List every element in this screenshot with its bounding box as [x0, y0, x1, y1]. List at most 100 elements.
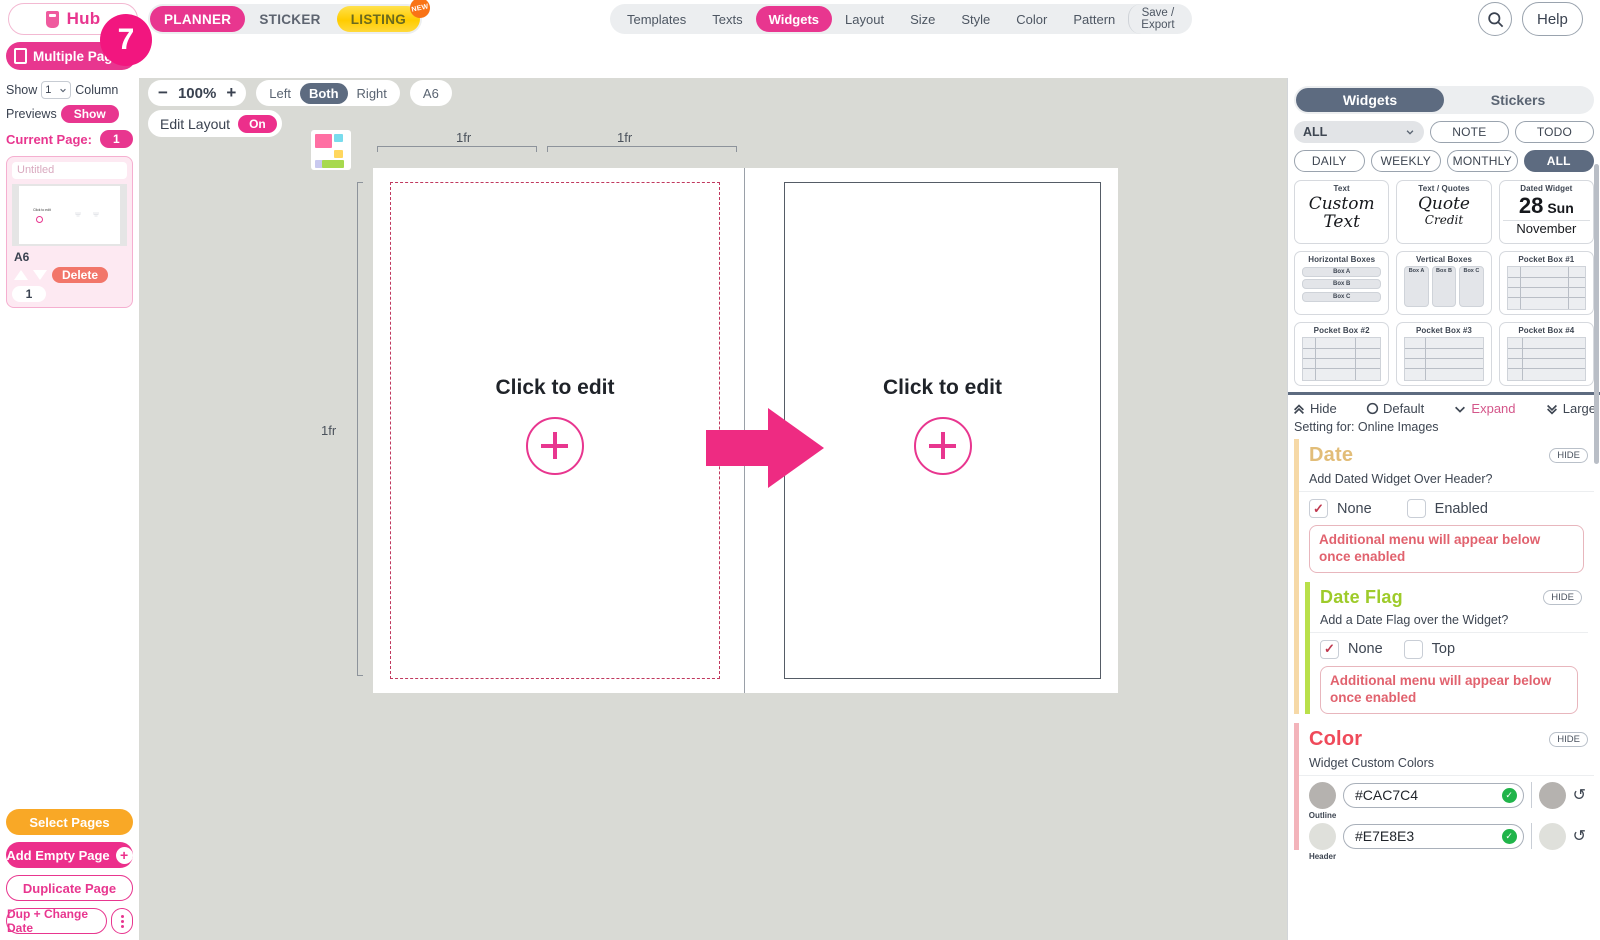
circle-icon: [1366, 402, 1379, 415]
header-hex-input[interactable]: #E7E8E3 ✓: [1343, 824, 1524, 849]
section-date-options: ✓ None ✓ Enabled: [1299, 492, 1594, 525]
outline-hex-input[interactable]: #CAC7C4 ✓: [1343, 783, 1524, 808]
nav-texts[interactable]: Texts: [699, 6, 755, 32]
move-page-up-icon[interactable]: [14, 270, 28, 280]
section-color-hide-button[interactable]: HIDE: [1549, 732, 1588, 747]
dup-change-date-button[interactable]: Dup + Change Date: [6, 908, 107, 934]
page-thumbnail-card[interactable]: Untitled Click to edit A6 Delete 1: [6, 156, 133, 308]
nav-layout[interactable]: Layout: [832, 6, 897, 32]
widget-preview-line2: Text: [1298, 214, 1385, 232]
delete-page-button[interactable]: Delete: [52, 267, 108, 283]
widget-dated[interactable]: Dated Widget 28 Sun November: [1499, 180, 1594, 244]
color-palette-icon[interactable]: [311, 130, 351, 170]
mode-switcher: PLANNER STICKER LISTING NEW: [148, 4, 422, 34]
checkbox-flag-none[interactable]: ✓: [1320, 640, 1339, 659]
page-title-input[interactable]: Untitled: [12, 162, 127, 179]
columns-select[interactable]: 1: [41, 81, 71, 99]
section-date-flag-title: Date Flag: [1320, 587, 1403, 608]
color-row-outline: Outline #CAC7C4 ✓ ↺: [1299, 776, 1594, 809]
right-arrow-overlay-icon: [706, 408, 826, 488]
header-reset-icon[interactable]: ↺: [1573, 826, 1586, 846]
category-select[interactable]: ALL: [1294, 121, 1424, 143]
panel-scrollbar[interactable]: [1594, 164, 1599, 464]
section-date-flag-hide-button[interactable]: HIDE: [1543, 590, 1582, 605]
view-option-large[interactable]: Large: [1545, 401, 1596, 416]
spread-sheet[interactable]: Click to edit Click to edit: [373, 168, 1118, 693]
checkbox-flag-top[interactable]: ✓: [1404, 640, 1423, 659]
section-color-subtitle: Widget Custom Colors: [1299, 753, 1594, 776]
move-page-down-icon[interactable]: [33, 270, 47, 280]
checkbox-date-none[interactable]: ✓: [1309, 499, 1328, 518]
widget-pocket-box-1[interactable]: Pocket Box #1: [1499, 251, 1594, 315]
header-swatch[interactable]: Header: [1309, 823, 1336, 850]
side-right-button[interactable]: Right: [348, 83, 396, 104]
filter-monthly[interactable]: MONTHLY: [1447, 150, 1518, 172]
zoom-out-button[interactable]: −: [152, 83, 174, 103]
zoom-in-button[interactable]: +: [220, 83, 242, 103]
widget-quote-credit[interactable]: Text / Quotes Quote Credit: [1396, 180, 1491, 244]
view-option-expand[interactable]: Expand: [1453, 401, 1515, 416]
widget-preview-line2: Credit: [1400, 214, 1487, 227]
tab-widgets[interactable]: Widgets: [1296, 88, 1444, 112]
filter-weekly[interactable]: WEEKLY: [1371, 150, 1442, 172]
view-option-hide[interactable]: Hide: [1292, 401, 1337, 416]
show-label: Show: [6, 83, 37, 97]
panel-tabs: Widgets Stickers: [1294, 86, 1594, 114]
canvas-area[interactable]: 1fr 1fr 1fr Click to edit Click to edit: [139, 78, 1288, 940]
filter-all[interactable]: ALL: [1524, 150, 1595, 172]
checkbox-date-enabled[interactable]: ✓: [1407, 499, 1426, 518]
filter-todo[interactable]: TODO: [1515, 121, 1594, 143]
page-left[interactable]: Click to edit: [390, 182, 720, 679]
widget-custom-text[interactable]: Text Custom Text: [1294, 180, 1389, 244]
zoom-value: 100%: [174, 85, 220, 102]
outline-swatch[interactable]: Outline: [1309, 782, 1336, 809]
nav-style[interactable]: Style: [948, 6, 1003, 32]
widget-pocket-box-2[interactable]: Pocket Box #2: [1294, 322, 1389, 386]
page-right-add-icon[interactable]: [914, 417, 972, 475]
select-pages-button[interactable]: Select Pages: [6, 809, 133, 835]
header-default-swatch[interactable]: [1539, 823, 1566, 850]
section-date-hide-button[interactable]: HIDE: [1549, 448, 1588, 463]
nav-widgets[interactable]: Widgets: [756, 6, 832, 32]
filter-row-2: DAILY WEEKLY MONTHLY ALL: [1288, 143, 1600, 172]
mode-sticker[interactable]: STICKER: [245, 6, 334, 32]
tab-stickers[interactable]: Stickers: [1444, 88, 1592, 112]
add-empty-page-button[interactable]: Add Empty Page +: [6, 842, 133, 868]
side-both-button[interactable]: Both: [300, 83, 348, 104]
previews-toggle[interactable]: Show: [61, 105, 119, 123]
view-option-expand-label: Expand: [1471, 401, 1515, 416]
paper-size-button[interactable]: A6: [410, 80, 452, 106]
duplicate-page-button[interactable]: Duplicate Page: [6, 875, 133, 901]
edit-layout-pill[interactable]: Edit Layout On: [148, 110, 282, 137]
page-thumbnail[interactable]: Click to edit: [12, 184, 127, 246]
side-left-button[interactable]: Left: [260, 83, 300, 104]
filter-daily[interactable]: DAILY: [1294, 150, 1365, 172]
nav-templates[interactable]: Templates: [614, 6, 699, 32]
view-option-default[interactable]: Default: [1366, 401, 1424, 416]
checkbox-flag-none-label: None: [1348, 641, 1383, 657]
filter-note[interactable]: NOTE: [1430, 121, 1509, 143]
outline-reset-icon[interactable]: ↺: [1573, 785, 1586, 805]
dup-change-date-row: Dup + Change Date: [6, 908, 133, 934]
outline-default-swatch[interactable]: [1539, 782, 1566, 809]
top-bar: Hub PLANNER STICKER LISTING NEW Template…: [0, 0, 1600, 38]
nav-color[interactable]: Color: [1003, 6, 1060, 32]
current-page-row: Current Page: 1: [0, 126, 139, 152]
nav-pattern[interactable]: Pattern: [1060, 6, 1128, 32]
page-left-add-icon[interactable]: [526, 417, 584, 475]
widget-pocket-box-4[interactable]: Pocket Box #4: [1499, 322, 1594, 386]
mode-listing[interactable]: LISTING NEW: [337, 6, 420, 32]
search-button[interactable]: [1478, 2, 1512, 36]
more-options-icon[interactable]: [111, 908, 133, 934]
widget-horizontal-boxes[interactable]: Horizontal Boxes Box A Box B Box C: [1294, 251, 1389, 315]
nav-size[interactable]: Size: [897, 6, 948, 32]
pocket-box-preview: [1302, 337, 1381, 381]
help-button[interactable]: Help: [1522, 2, 1583, 36]
page-size-label: A6: [12, 246, 127, 266]
mode-planner[interactable]: PLANNER: [150, 6, 245, 32]
widget-vertical-boxes[interactable]: Vertical Boxes Box A Box B Box C: [1396, 251, 1491, 315]
nav-save-export[interactable]: Save / Export: [1128, 4, 1187, 34]
outline-caption: Outline: [1309, 811, 1337, 820]
page-right[interactable]: Click to edit: [784, 182, 1101, 679]
widget-pocket-box-3[interactable]: Pocket Box #3: [1396, 322, 1491, 386]
